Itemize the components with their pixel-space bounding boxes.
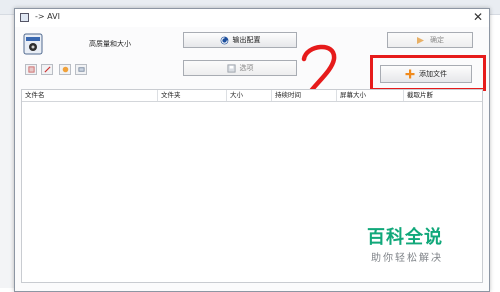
watermark-main: 百科全说	[367, 227, 443, 248]
file-list-header: 文件名 文件夹 大小 持续时间 屏幕大小 截取片断	[22, 90, 482, 102]
column-screen-size[interactable]: 屏幕大小	[337, 90, 404, 101]
column-size[interactable]: 大小	[227, 90, 272, 101]
background-side-panel	[0, 15, 15, 288]
column-filename[interactable]: 文件名	[22, 90, 158, 101]
output-config-label: 输出配置	[232, 36, 261, 44]
clear-icon[interactable]	[41, 64, 53, 75]
options-label: 选项	[239, 64, 254, 72]
quality-size-label: 高质量和大小	[89, 40, 131, 48]
play-icon[interactable]	[59, 64, 71, 75]
column-duration[interactable]: 持续时间	[272, 90, 337, 101]
window-icon	[20, 13, 29, 22]
close-icon[interactable]: ✕	[473, 10, 483, 24]
watermark: 百科全说 助你轻松解决	[367, 223, 487, 271]
options-icon	[226, 63, 236, 73]
format-dialog: -> AVI ✕ 高质量和大小 输出配置 确定 选项 添加文件 文件名 文件夹 …	[14, 8, 490, 292]
ok-icon	[417, 36, 424, 44]
ok-label: 确定	[430, 36, 444, 44]
info-icon[interactable]	[75, 64, 87, 75]
remove-icon[interactable]	[25, 64, 37, 75]
ok-button[interactable]: 确定	[387, 32, 473, 48]
video-format-icon	[23, 33, 43, 55]
column-clip-segment[interactable]: 截取片断	[404, 90, 482, 101]
column-folder[interactable]: 文件夹	[158, 90, 227, 101]
red-highlight-box	[370, 55, 486, 91]
dialog-titlebar: -> AVI ✕	[15, 9, 489, 27]
output-config-button[interactable]: 输出配置	[183, 32, 297, 48]
output-config-icon	[220, 36, 228, 44]
watermark-sub: 助你轻松解决	[371, 253, 443, 264]
options-button[interactable]: 选项	[183, 60, 297, 76]
dialog-title: -> AVI	[35, 12, 60, 21]
